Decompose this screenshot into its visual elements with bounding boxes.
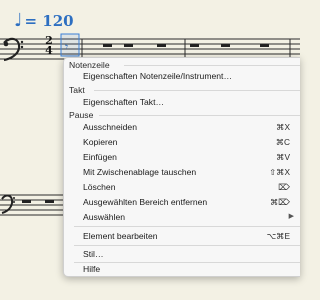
shortcut-label: ⌘V <box>276 152 290 162</box>
section-divider <box>99 115 300 116</box>
tempo-marking[interactable]: ♩ = 120 <box>14 10 74 31</box>
menu-item-einfuegen[interactable]: Einfügen ⌘V <box>64 150 300 164</box>
menu-item-ausschneiden[interactable]: Ausschneiden ⌘X <box>64 120 300 134</box>
section-header-takt: Takt <box>69 85 85 95</box>
shortcut-label: ⌘C <box>275 137 290 147</box>
whole-rest <box>221 44 230 47</box>
menu-item-label: Hilfe <box>83 264 101 274</box>
menu-item-auswaehlen[interactable]: Auswählen ▶ <box>64 210 300 224</box>
menu-item-element-bearbeiten[interactable]: Element bearbeiten ⌥⌘E <box>64 229 300 243</box>
menu-item-label: Eigenschaften Takt… <box>83 97 165 107</box>
shortcut-label: ⌥⌘E <box>266 231 290 241</box>
section-header-pause: Pause <box>69 110 94 120</box>
menu-item-label: Stil… <box>83 249 104 259</box>
shortcut-label: ⌘X <box>276 122 290 132</box>
whole-rest <box>190 44 199 47</box>
menu-item-eigenschaften-notenzeile[interactable]: Eigenschaften Notenzeile/Instrument… <box>64 69 300 83</box>
section-divider <box>124 65 300 66</box>
menu-item-hilfe[interactable]: Hilfe <box>64 262 300 276</box>
shortcut-label: ⌘⌦ <box>269 197 290 207</box>
tempo-text: = 120 <box>24 12 74 30</box>
menu-item-kopieren[interactable]: Kopieren ⌘C <box>64 135 300 149</box>
menu-item-label: Element bearbeiten <box>83 231 158 241</box>
menu-item-label: Eigenschaften Notenzeile/Instrument… <box>83 71 233 81</box>
menu-item-label: Einfügen <box>83 152 117 162</box>
whole-rest <box>103 44 112 47</box>
menu-item-label: Auswählen <box>83 212 126 222</box>
menu-separator <box>74 226 300 227</box>
delete-key-icon: ⌦ <box>278 182 290 192</box>
shortcut-label: ⇧⌘X <box>269 167 290 177</box>
menu-item-label: Löschen <box>83 182 116 192</box>
menu-item-label: Ausgewählten Bereich entfernen <box>83 197 208 207</box>
menu-item-label: Ausschneiden <box>83 122 137 132</box>
whole-rest <box>157 44 166 47</box>
whole-rest <box>124 44 133 47</box>
menu-item-bereich-entfernen[interactable]: Ausgewählten Bereich entfernen ⌘⌦ <box>64 195 300 209</box>
whole-rest <box>22 200 31 203</box>
menu-item-loeschen[interactable]: Löschen ⌦ <box>64 180 300 194</box>
selection-box <box>60 33 80 57</box>
section-divider <box>94 90 300 91</box>
whole-rest <box>260 44 269 47</box>
selected-rest[interactable]: 𝄾 <box>65 40 68 55</box>
submenu-arrow-icon: ▶ <box>288 213 294 220</box>
menu-item-label: Kopieren <box>83 137 118 147</box>
time-signature: 2 4 <box>43 35 55 57</box>
menu-item-label: Mit Zwischenablage tauschen <box>83 167 197 177</box>
time-signature-denominator: 4 <box>45 44 53 57</box>
menu-item-stil[interactable]: Stil… <box>64 247 300 261</box>
quarter-note-icon: ♩ <box>14 10 23 31</box>
menu-item-zwischenablage-tauschen[interactable]: Mit Zwischenablage tauschen ⇧⌘X <box>64 165 300 179</box>
bottom-staff <box>0 194 63 216</box>
menu-separator <box>74 245 300 246</box>
menu-item-eigenschaften-takt[interactable]: Eigenschaften Takt… <box>64 95 300 109</box>
whole-rest <box>45 200 54 203</box>
context-menu: Notenzeile Eigenschaften Notenzeile/Inst… <box>63 57 300 277</box>
